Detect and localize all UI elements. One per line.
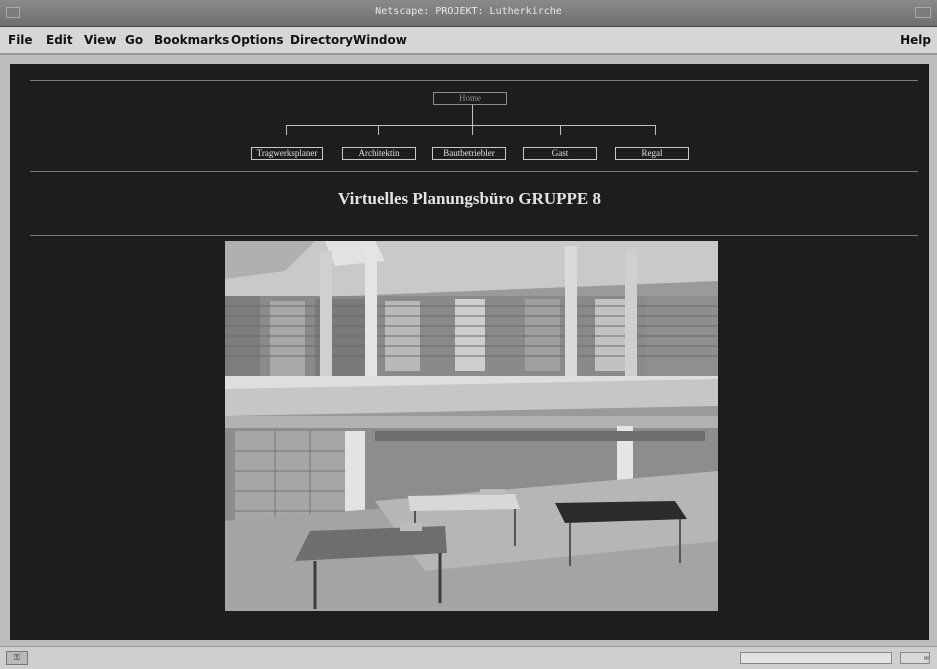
nav-tragwerksplaner[interactable]: Tragwerksplaner (251, 147, 323, 160)
window-titlebar[interactable]: Netscape: PROJEKT: Lutherkirche (0, 0, 937, 27)
tree-line-1 (286, 125, 287, 135)
virtual-office-render-image (225, 241, 718, 611)
tree-line-4 (560, 125, 561, 135)
menu-edit[interactable]: Edit (46, 33, 73, 47)
menu-window[interactable]: Window (353, 33, 407, 47)
mail-icon[interactable]: ✉ (900, 652, 930, 664)
tree-line-2 (378, 125, 379, 135)
menu-go[interactable]: Go (125, 33, 143, 47)
nav-home[interactable]: Home (433, 92, 507, 105)
tree-line-root (472, 105, 473, 125)
progress-bar (740, 652, 892, 664)
menubar: File Edit View Go Bookmarks Options Dire… (0, 27, 937, 55)
status-bar: ⚿ ✉ (0, 646, 937, 669)
menu-options[interactable]: Options (231, 33, 284, 47)
divider-middle (30, 171, 918, 172)
menu-bookmarks[interactable]: Bookmarks (154, 33, 229, 47)
menu-help[interactable]: Help (900, 33, 931, 47)
menu-view[interactable]: View (84, 33, 116, 47)
page-content: Home Tragwerksplaner Architektin Bautbet… (10, 64, 929, 640)
menu-directory[interactable]: Directory (290, 33, 353, 47)
tree-line-horizontal (286, 125, 655, 126)
nav-architektin[interactable]: Architektin (342, 147, 416, 160)
security-key-icon[interactable]: ⚿ (6, 651, 28, 665)
nav-regal[interactable]: Regal (615, 147, 689, 160)
nav-gast[interactable]: Gast (523, 147, 597, 160)
nav-bautbetriebler[interactable]: Bautbetriebler (432, 147, 506, 160)
menu-file[interactable]: File (8, 33, 33, 47)
window-close-icon[interactable] (915, 7, 931, 18)
window-title: Netscape: PROJEKT: Lutherkirche (375, 6, 562, 17)
page-title: Virtuelles Planungsbüro GRUPPE 8 (337, 189, 602, 208)
divider-bottom (30, 235, 918, 236)
tree-line-5 (655, 125, 656, 135)
divider-top (30, 80, 918, 81)
tree-line-3 (472, 125, 473, 135)
